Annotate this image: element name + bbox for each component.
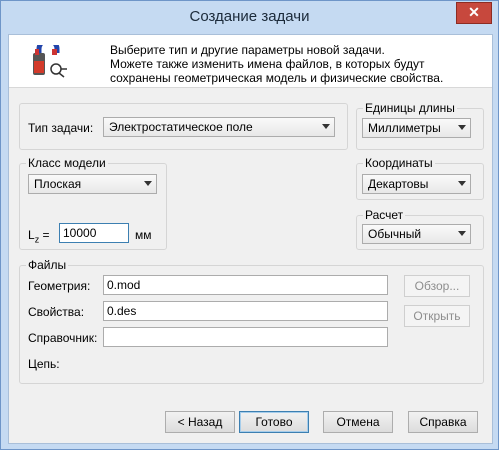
length-units-select[interactable]: Миллиметры <box>362 118 471 138</box>
chevron-down-icon <box>322 124 330 129</box>
back-button[interactable]: < Назад <box>165 411 235 433</box>
browse-button[interactable]: Обзор... <box>404 275 470 297</box>
geometry-input[interactable]: 0.mod <box>103 275 388 295</box>
geometry-label: Геометрия: <box>28 279 91 293</box>
chevron-down-icon <box>144 181 152 186</box>
files-label: Файлы <box>26 258 69 272</box>
task-type-value: Электростатическое поле <box>109 120 253 134</box>
chevron-down-icon <box>458 181 466 186</box>
calculation-value: Обычный <box>368 227 422 241</box>
coordinates-label: Координаты <box>363 156 435 170</box>
calculation-select[interactable]: Обычный <box>362 224 471 244</box>
model-class-label: Класс модели <box>26 156 108 170</box>
lz-letter: L <box>28 228 35 242</box>
header-description: Выберите тип и другие параметры новой за… <box>110 43 480 85</box>
header-line-2: Можете также изменить имена файлов, в ко… <box>110 57 425 71</box>
dialog-client: Выберите тип и другие параметры новой за… <box>8 34 493 444</box>
chain-label: Цепь: <box>28 357 60 371</box>
lz-equals: = <box>39 228 50 242</box>
lz-input[interactable]: 10000 <box>59 223 129 243</box>
chevron-down-icon <box>458 231 466 236</box>
ok-button[interactable]: Готово <box>239 411 309 433</box>
magnet-task-icon <box>33 45 67 78</box>
header-panel: Выберите тип и другие параметры новой за… <box>9 35 492 88</box>
coordinates-select[interactable]: Декартовы <box>362 174 471 194</box>
task-type-label: Тип задачи: <box>28 121 94 135</box>
close-button[interactable]: ✕ <box>456 2 492 24</box>
length-units-value: Миллиметры <box>368 121 441 135</box>
window-title: Создание задачи <box>189 8 310 25</box>
reference-input[interactable] <box>103 327 388 347</box>
header-line-3: сохранены геометрическая модель и физиче… <box>110 71 444 85</box>
chevron-down-icon <box>458 125 466 130</box>
open-button[interactable]: Открыть <box>404 305 470 327</box>
cancel-button[interactable]: Отмена <box>323 411 393 433</box>
lz-label: Lz = <box>28 228 50 246</box>
reference-label: Справочник: <box>28 331 98 345</box>
length-units-label: Единицы длины <box>363 101 457 115</box>
help-button[interactable]: Справка <box>408 411 478 433</box>
header-line-1: Выберите тип и другие параметры новой за… <box>110 43 385 57</box>
dialog-window: Создание задачи ✕ Выберите тип и другие … <box>0 0 499 450</box>
properties-label: Свойства: <box>28 305 85 319</box>
lz-unit: мм <box>135 228 152 242</box>
title-bar[interactable]: Создание задачи ✕ <box>1 1 498 34</box>
model-class-value: Плоская <box>34 177 82 191</box>
properties-input[interactable]: 0.des <box>103 301 388 321</box>
calculation-label: Расчет <box>363 208 406 222</box>
task-type-select[interactable]: Электростатическое поле <box>103 117 335 137</box>
coordinates-value: Декартовы <box>368 177 429 191</box>
model-class-select[interactable]: Плоская <box>28 174 157 194</box>
